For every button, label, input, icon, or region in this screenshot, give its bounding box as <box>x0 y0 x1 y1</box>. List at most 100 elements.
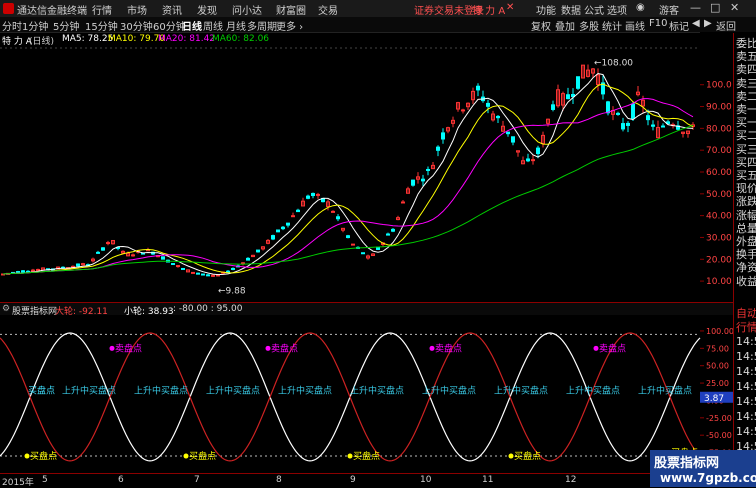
sell-marker-dot <box>429 345 435 351</box>
price-tick-label-6: 40.00 <box>706 212 732 222</box>
watermark-url: www.7gpzb.com <box>660 471 756 485</box>
mark-button[interactable]: 标记 <box>669 18 689 33</box>
date-label-6: 6 <box>118 475 124 485</box>
restore-rights-button[interactable]: 复权 <box>531 18 551 33</box>
site-watermark: 股票指标网 www.7gpzb.com <box>650 450 756 487</box>
multi-stock-button[interactable]: 多股 <box>579 18 599 33</box>
candle-body <box>526 158 530 162</box>
candle-body <box>626 122 630 126</box>
tab-30min[interactable]: 30分钟 <box>120 18 153 33</box>
ma20-value: MA20: 81.42 <box>158 34 216 44</box>
tab-weekly[interactable]: 周线 <box>203 18 223 33</box>
back-button[interactable]: 返回 <box>716 18 736 33</box>
candle-body <box>96 251 100 254</box>
rising-buy-caption: 上升中买盘点 <box>206 385 260 397</box>
ma10-value: MA10: 79.70 <box>108 34 166 44</box>
ma5-line <box>2 72 694 276</box>
menu-functions[interactable]: 功能 <box>536 2 556 17</box>
minimize-icon[interactable]: — <box>690 1 701 14</box>
rising-buy-caption: 上升中买盘点 <box>350 385 404 397</box>
candle-body <box>276 229 280 233</box>
side-time-3: 14:5 <box>736 380 756 393</box>
nav-right-icon[interactable]: ▶ <box>704 18 712 29</box>
menu-formula[interactable]: 公式 <box>584 2 604 17</box>
buy-marker-dot <box>508 453 514 459</box>
f10-button[interactable]: F10 <box>649 18 667 29</box>
osc-tick-label-1: 75.00 <box>706 344 729 353</box>
menu-data[interactable]: 数据 <box>561 2 581 17</box>
date-label-12: 12 <box>565 475 577 485</box>
candle-body <box>246 257 250 261</box>
sell-marker-label-0: 卖盘点 <box>115 342 142 354</box>
price-tick-label-2: 80.00 <box>706 124 732 134</box>
tab-intraday[interactable]: 分时 <box>2 18 22 33</box>
candle-body <box>631 103 635 120</box>
oscillator-line-b <box>0 332 701 462</box>
user-avatar-icon[interactable]: ◉ <box>636 2 645 13</box>
menu-ask[interactable]: 问小达 <box>232 2 262 17</box>
side-bottom-label-1[interactable]: 行情 <box>736 319 756 335</box>
menu-quotes[interactable]: 行情 <box>92 2 112 17</box>
maximize-icon[interactable]: □ <box>710 1 720 14</box>
tab-15min[interactable]: 15分钟 <box>85 18 118 33</box>
candle-body <box>21 270 25 273</box>
oscillator-chart[interactable]: 买盘点 上升中买盘点 上升中买盘点 上升中买盘点 上升中买盘点 上升中买盘点 上升中买盘点上… <box>0 314 733 473</box>
candle-body <box>441 132 445 140</box>
rising-buy-caption: 上升中买盘点 <box>278 385 332 397</box>
side-time-2: 14:5 <box>736 365 756 378</box>
sell-marker-label-3: 卖盘点 <box>599 342 626 354</box>
overlay-button[interactable]: 叠加 <box>555 18 575 33</box>
statistics-button[interactable]: 统计 <box>602 18 622 33</box>
rising-buy-caption: 上升中买盘点 <box>134 385 188 397</box>
menu-discover[interactable]: 发现 <box>197 2 217 17</box>
menu-market[interactable]: 市场 <box>127 2 147 17</box>
candlestick-chart[interactable]: ←108.00 ←9.88 <box>0 46 733 302</box>
candle-body <box>616 112 620 115</box>
side-time-0: 14:5 <box>736 335 756 348</box>
price-tick-label-7: 30.00 <box>706 233 732 243</box>
candle-body <box>426 168 430 171</box>
candle-body <box>36 268 40 271</box>
tab-more[interactable]: 更多 › <box>276 18 303 33</box>
tab-monthly[interactable]: 月线 <box>226 18 246 33</box>
buy-caption-left: 买盘点 <box>28 385 55 397</box>
candle-body <box>351 243 355 246</box>
watermark-title: 股票指标网 <box>654 456 720 471</box>
side-time-1: 14:5 <box>736 350 756 363</box>
date-label-year: 2015年 <box>2 478 34 488</box>
candle-body <box>401 201 405 204</box>
candle-body <box>391 228 395 232</box>
draw-line-button[interactable]: 画线 <box>625 18 645 33</box>
tab-5min[interactable]: 5分钟 <box>53 18 79 33</box>
candle-body <box>291 215 295 218</box>
candle-body <box>131 254 135 257</box>
candle-body <box>566 94 570 100</box>
app-logo-icon <box>3 3 14 14</box>
menu-news[interactable]: 资讯 <box>162 2 182 17</box>
close-stock-icon[interactable]: ✕ <box>506 2 514 13</box>
ma60-line <box>2 124 694 275</box>
tab-multi-period[interactable]: 多周期 <box>247 18 277 33</box>
date-label-11: 11 <box>482 475 494 485</box>
candle-body <box>76 263 80 267</box>
candle-body <box>256 249 260 253</box>
chart-toolbar-right: 复权 叠加 多股 统计 画线 F10 标记 ◀ ▶ 返回 <box>528 17 756 33</box>
price-tick-label-4: 60.00 <box>706 168 732 178</box>
tab-daily[interactable]: 日线 <box>182 18 202 33</box>
menu-bar: 通达信金融终端 行情 市场 资讯 发现 问小达 财富圈 交易 证券交易未登录 特… <box>0 0 756 18</box>
candle-body <box>161 256 165 260</box>
candle-body <box>661 125 665 128</box>
indicator-settings-icon[interactable]: ⚙ <box>2 304 10 314</box>
ma10-line <box>2 83 694 275</box>
menu-wealth-circle[interactable]: 财富圈 <box>276 2 306 17</box>
close-window-icon[interactable]: ✕ <box>730 1 739 14</box>
nav-left-icon[interactable]: ◀ <box>692 18 700 29</box>
menu-trade[interactable]: 交易 <box>318 2 338 17</box>
date-label-7: 7 <box>194 475 200 485</box>
price-tick-label-1: 90.00 <box>706 103 732 113</box>
menu-options[interactable]: 选项 <box>607 2 627 17</box>
guest-label[interactable]: 游客 <box>659 2 679 17</box>
tab-1min[interactable]: 1分钟 <box>22 18 48 33</box>
tab-60min[interactable]: 60分钟 <box>153 18 186 33</box>
buy-marker-label-2: 买盘点 <box>353 450 380 462</box>
